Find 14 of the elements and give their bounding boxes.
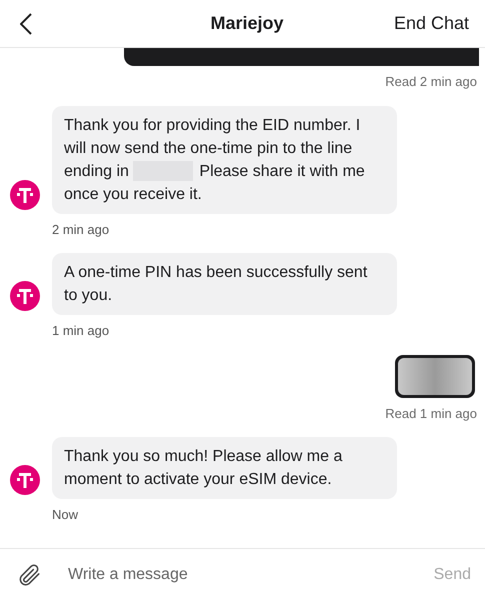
chat-title: Mariejoy [210, 12, 284, 35]
message-input[interactable]: Write a message [68, 562, 410, 586]
read-status: Read 2 min ago [385, 73, 477, 91]
message-time: 2 min ago [52, 220, 110, 239]
logo-icon [10, 281, 40, 311]
logo-icon [10, 180, 40, 210]
logo-icon [10, 465, 40, 495]
end-chat-button[interactable]: End Chat [394, 10, 469, 37]
message-bubble: Thank you so much! Please allow me a moment to activate your eSIM device. [52, 437, 397, 499]
read-status: Read 1 min ago [385, 404, 477, 423]
message-time: Now [52, 506, 80, 524]
message-time: 1 min ago [52, 322, 110, 340]
message-bubble: Thank you for providing the EID number. I will now send the one-time pin to the line ending in Please share it with me once you receive it. [52, 106, 397, 214]
message-bubble: A one-time PIN has been successfully sent to you. [52, 253, 397, 315]
